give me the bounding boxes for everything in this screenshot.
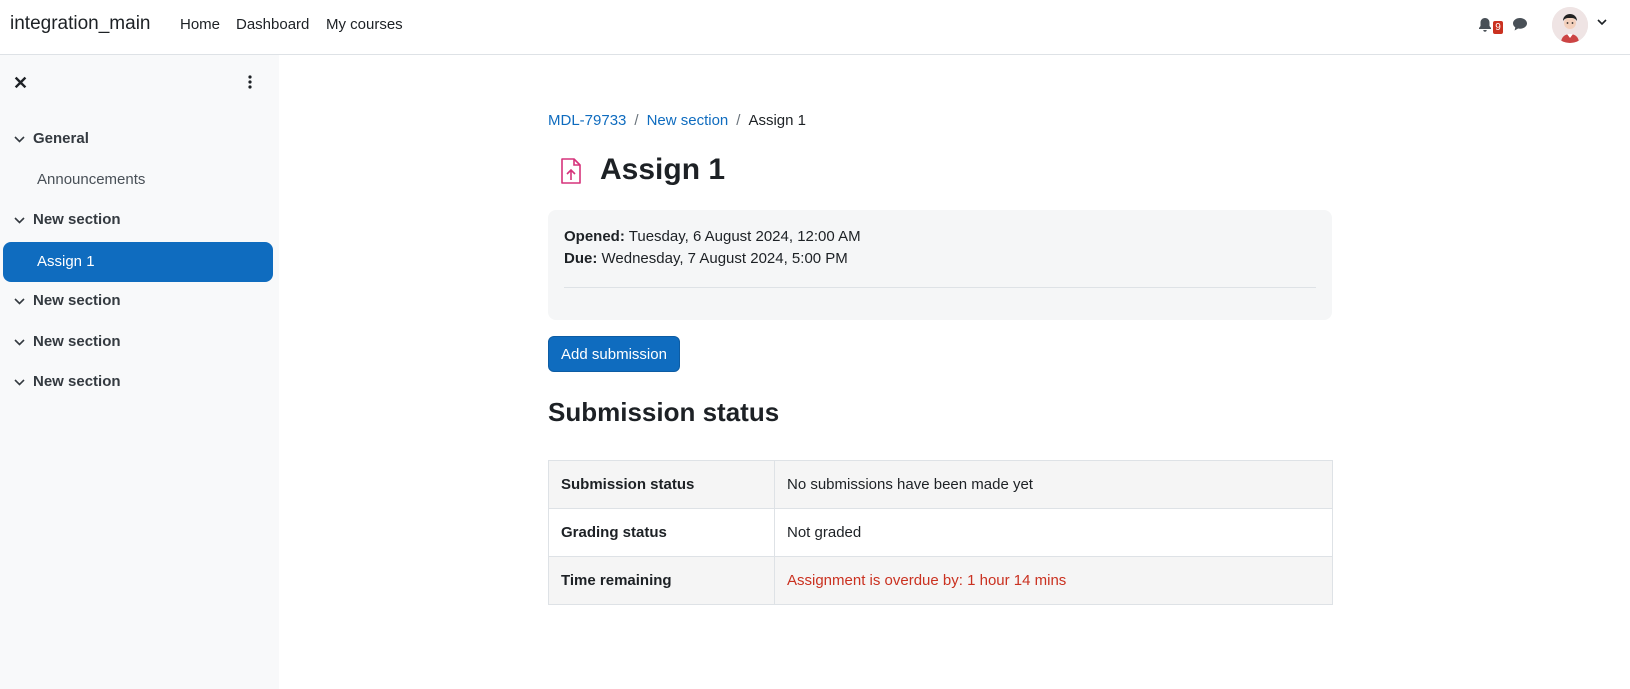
submission-status-table: Submission status No submissions have be… — [548, 460, 1333, 605]
table-row: Time remaining Assignment is overdue by:… — [548, 556, 1333, 605]
section-title: New section — [33, 211, 121, 228]
section-title: New section — [33, 292, 121, 309]
section-new-2[interactable]: New section — [14, 292, 121, 309]
due-date: Due: Wednesday, 7 August 2024, 5:00 PM — [564, 250, 848, 267]
notifications-button[interactable]: 9 — [1478, 16, 1503, 36]
due-value: Wednesday, 7 August 2024, 5:00 PM — [601, 250, 848, 267]
opened-label: Opened: — [564, 228, 625, 245]
chevron-down-icon — [14, 338, 25, 346]
section-title: New section — [33, 333, 121, 350]
opened-value: Tuesday, 6 August 2024, 12:00 AM — [628, 228, 861, 245]
chevron-down-icon[interactable] — [1597, 19, 1607, 26]
breadcrumb-separator: / — [634, 112, 639, 129]
page-title: Assign 1 — [600, 153, 726, 186]
nav-dashboard[interactable]: Dashboard — [236, 16, 309, 33]
user-avatar[interactable] — [1552, 7, 1588, 43]
chevron-down-icon — [14, 297, 25, 305]
nav-home[interactable]: Home — [180, 16, 220, 33]
activity-dates: Opened: Tuesday, 6 August 2024, 12:00 AM… — [548, 210, 1332, 320]
chevron-down-icon — [14, 135, 25, 143]
breadcrumb-current: Assign 1 — [748, 112, 806, 129]
kebab-icon[interactable] — [248, 75, 252, 89]
message-icon[interactable] — [1512, 17, 1528, 32]
assignment-upload-icon — [561, 158, 581, 184]
close-icon[interactable]: ✕ — [13, 73, 28, 94]
section-new-4[interactable]: New section — [14, 373, 121, 390]
breadcrumb-course[interactable]: MDL-79733 — [548, 112, 626, 129]
chevron-down-icon — [14, 216, 25, 224]
due-label: Due: — [564, 250, 598, 267]
divider — [564, 287, 1316, 288]
section-title: General — [33, 130, 89, 147]
chevron-down-icon — [14, 378, 25, 386]
row-value: No submissions have been made yet — [774, 460, 1333, 509]
section-new-3[interactable]: New section — [14, 333, 121, 350]
section-item-assign-1[interactable]: Assign 1 — [3, 242, 273, 282]
add-submission-button[interactable]: Add submission — [548, 336, 680, 372]
bell-icon — [1479, 18, 1491, 32]
section-item-announcements[interactable]: Announcements — [37, 171, 145, 188]
course-index-drawer: ✕ General Announcements New section Assi… — [0, 55, 279, 689]
row-label: Time remaining — [548, 556, 775, 605]
table-row: Submission status No submissions have be… — [548, 460, 1333, 509]
breadcrumb-separator: / — [736, 112, 741, 129]
avatar-image — [1552, 7, 1588, 43]
row-value-overdue: Assignment is overdue by: 1 hour 14 mins — [774, 556, 1333, 605]
notification-count-badge: 9 — [1493, 21, 1503, 34]
site-name[interactable]: integration_main — [10, 13, 150, 35]
top-navbar: integration_main Home Dashboard My cours… — [0, 0, 1630, 55]
section-general[interactable]: General — [14, 130, 89, 147]
row-label: Submission status — [548, 460, 775, 509]
breadcrumb: MDL-79733 / New section / Assign 1 — [548, 112, 806, 129]
row-label: Grading status — [548, 508, 775, 557]
nav-my-courses[interactable]: My courses — [326, 16, 403, 33]
section-title: New section — [33, 373, 121, 390]
table-row: Grading status Not graded — [548, 508, 1333, 557]
row-value: Not graded — [774, 508, 1333, 557]
section-item-label: Assign 1 — [37, 253, 95, 270]
breadcrumb-section[interactable]: New section — [647, 112, 729, 129]
submission-status-heading: Submission status — [548, 397, 780, 427]
section-new-1[interactable]: New section — [14, 211, 121, 228]
opened-date: Opened: Tuesday, 6 August 2024, 12:00 AM — [564, 228, 861, 245]
